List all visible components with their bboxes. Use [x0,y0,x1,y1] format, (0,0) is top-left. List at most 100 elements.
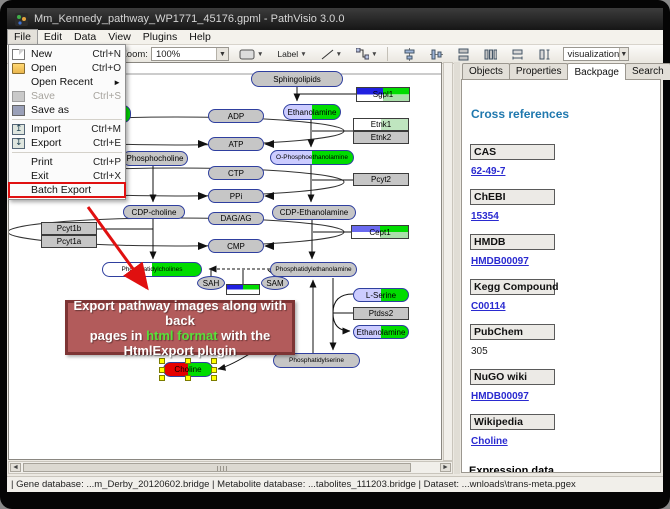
tab-properties[interactable]: Properties [509,63,569,80]
connector-tool-button[interactable]: ▼ [352,47,381,62]
xref-value-kegg-compound: C00114 [471,301,505,312]
pathway-node-sah[interactable]: SAH [197,276,225,290]
pathway-node-phosphocholine[interactable]: Phosphocholine [122,151,188,166]
pathway-node-phosphatidylserine[interactable]: Phosphatidylserine [273,353,360,368]
screenshot-frame: Mm_Kennedy_pathway_WP1771_45176.gpml - P… [0,0,670,509]
line-tool-button[interactable]: ▼ [317,47,346,62]
file-menu-item-new[interactable]: NewCtrl+N [9,47,125,61]
datanode-tool-button[interactable]: ▼ [235,47,267,62]
pathway-node-sphingolipids[interactable]: Sphingolipids [251,71,343,87]
selection-handle[interactable] [211,375,217,381]
zoom-combobox[interactable]: 100% ▼ [151,47,229,61]
align-center-y-icon [430,48,443,61]
selection-handle[interactable] [211,367,217,373]
title-bar: Mm_Kennedy_pathway_WP1771_45176.gpml - P… [7,8,663,30]
app-icon [15,13,28,26]
pathway-node-l-serine[interactable]: L-Serine [353,288,409,302]
pathway-node-etnk1[interactable]: Etnk1 [353,118,409,131]
stack-horizontal-button[interactable] [480,47,501,62]
pathway-node-phosphatidylethanolamine[interactable]: Phosphatidylethanolamine [270,262,357,277]
selection-handle[interactable] [159,358,165,364]
tab-objects[interactable]: Objects [462,63,510,80]
pathway-node-cmp[interactable]: CMP [208,239,264,253]
pathway-node-ppi[interactable]: PPi [208,189,264,203]
selection-handle[interactable] [185,375,191,381]
selection-handle[interactable] [185,358,191,364]
xref-link-kegg-compound[interactable]: C00114 [471,301,505,312]
pathway-node-pcyt1a[interactable]: Pcyt1a [41,235,97,248]
menu-item-shortcut: Ctrl+M [91,124,121,135]
menu-bar: FileEditDataViewPluginsHelp [7,30,663,45]
pathway-node-adp[interactable]: ADP [208,109,264,123]
pathway-node-cdp-choline[interactable]: CDP-choline [123,205,185,219]
pathway-node-ethanolamine-bottom[interactable]: Ethanolamine [353,325,409,339]
align-center-y-button[interactable] [426,47,447,62]
scroll-left-icon[interactable]: ◄ [10,463,21,472]
pathway-node-phosphatidylcholines[interactable]: Phosphatidylcholines [102,262,202,277]
chevron-down-icon[interactable]: ▼ [619,48,627,60]
menu-edit[interactable]: Edit [38,30,68,44]
stack-vertical-icon [457,48,470,61]
common-width-icon [511,48,524,61]
scrollbar-thumb[interactable] [23,463,411,472]
visualization-value: visualization [568,49,620,60]
pathway-node-cdp-ethanolamine[interactable]: CDP-Ethanolamine [272,205,356,220]
menu-plugins[interactable]: Plugins [137,30,183,44]
pathway-node-atp[interactable]: ATP [208,137,264,151]
xref-link-chebi[interactable]: 15354 [471,211,499,222]
menu-item-shortcut: Ctrl+P [93,157,121,168]
file-menu-item-save-as[interactable]: Save as [9,103,125,117]
file-menu-item-export[interactable]: ExportCtrl+E [9,136,125,150]
file-menu-item-open-recent[interactable]: Open Recent► [9,75,125,89]
file-menu-item-import[interactable]: ImportCtrl+M [9,122,125,136]
canvas-vertical-scrollbar[interactable] [443,62,453,461]
file-menu-item-save[interactable]: SaveCtrl+S [9,89,125,103]
xref-header-nugo-wiki: NuGO wiki [470,369,555,385]
label-tool-text: Label [277,49,298,59]
pathway-node-sam[interactable]: SAM [261,276,289,290]
common-width-button[interactable] [507,47,528,62]
pathway-node-pcyt2[interactable]: Pcyt2 [353,173,409,186]
visualization-combobox[interactable]: visualization ▼ [563,47,629,61]
pathway-node-pemt[interactable] [226,284,260,295]
xref-value-cas: 62-49-7 [471,166,505,177]
canvas-horizontal-scrollbar[interactable]: ◄ ► [8,461,453,474]
stack-vertical-button[interactable] [453,47,474,62]
pathway-node-ctp[interactable]: CTP [208,166,264,180]
xref-link-wikipedia[interactable]: Choline [471,436,508,447]
pathway-node-etnk2[interactable]: Etnk2 [353,131,409,144]
file-menu-item-exit[interactable]: ExitCtrl+X [9,169,125,183]
align-center-x-button[interactable] [399,47,420,62]
selection-handle[interactable] [159,375,165,381]
tab-backpage[interactable]: Backpage [567,63,625,80]
label-tool-button[interactable]: Label ▼ [273,47,310,62]
pathway-node-cept1[interactable]: Cept1 [351,225,409,239]
xref-link-hmdb[interactable]: HMDB00097 [471,256,529,267]
menu-item-label: Save as [31,104,121,116]
file-menu-item-open[interactable]: OpenCtrl+O [9,61,125,75]
expression-data-heading: Expression data [469,465,554,473]
pathway-node-o-phosphoethanolamine[interactable]: O-Phosphoethanolamine [270,150,354,165]
xref-link-cas[interactable]: 62-49-7 [471,166,505,177]
menu-data[interactable]: Data [68,30,102,44]
xref-link-nugo-wiki[interactable]: HMDB00097 [471,391,529,402]
pathway-node-pcyt1b[interactable]: Pcyt1b [41,222,97,235]
annotation-callout: Export pathway images along with back pa… [65,300,295,355]
pathway-node-sgpl1[interactable]: Sgpl1 [356,87,410,102]
selection-handle[interactable] [211,358,217,364]
tab-search[interactable]: Search [625,63,670,80]
menu-file[interactable]: File [7,29,38,45]
xref-value-hmdb: HMDB00097 [471,256,529,267]
menu-view[interactable]: View [102,30,137,44]
common-height-button[interactable] [534,47,555,62]
menu-help[interactable]: Help [183,30,217,44]
file-menu-item-batch-export[interactable]: Batch Export [9,183,125,197]
datanode-icon [239,49,255,60]
selection-handle[interactable] [159,367,165,373]
pathway-node-ptdss2[interactable]: Ptdss2 [353,307,409,320]
pathway-node-dag-ag[interactable]: DAG/AG [208,212,264,225]
file-menu-item-print[interactable]: PrintCtrl+P [9,155,125,169]
pathway-node-ethanolamine-top[interactable]: Ethanolamine [283,104,341,120]
chevron-down-icon[interactable]: ▼ [216,48,228,60]
scroll-right-icon[interactable]: ► [440,463,451,472]
